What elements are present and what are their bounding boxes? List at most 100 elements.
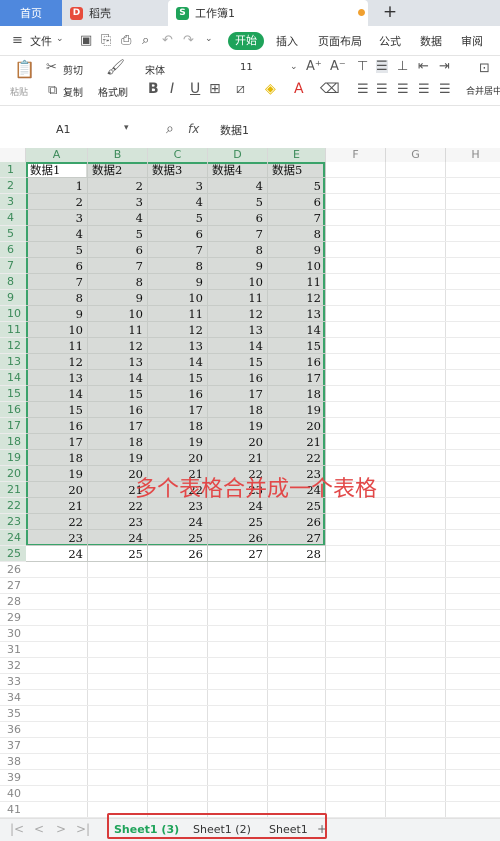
table-cell[interactable]: 25 [208,514,268,530]
row-header-7[interactable]: 7 [0,258,26,274]
column-header-a[interactable]: A [26,148,88,162]
table-cell[interactable]: 6 [88,242,148,258]
table-cell[interactable]: 8 [26,290,88,306]
table-cell[interactable]: 27 [268,530,326,546]
table-cell[interactable]: 7 [148,242,208,258]
zoom-icon[interactable]: ⌕ [166,122,174,136]
table-cell[interactable]: 9 [208,258,268,274]
table-cell[interactable]: 14 [26,386,88,402]
table-cell[interactable]: 11 [268,274,326,290]
font-size-select[interactable]: 11 [240,62,253,73]
table-cell[interactable]: 6 [208,210,268,226]
table-cell[interactable]: 9 [26,306,88,322]
table-cell[interactable]: 4 [88,210,148,226]
table-cell[interactable]: 数据5 [268,162,326,178]
table-cell[interactable]: 数据4 [208,162,268,178]
formula-input[interactable]: 数据1 [220,122,249,138]
row-header-20[interactable]: 20 [0,466,26,482]
table-cell[interactable]: 19 [268,402,326,418]
table-cell[interactable]: 3 [148,178,208,194]
row-header-23[interactable]: 23 [0,514,26,530]
copy-button[interactable]: 复制 [63,84,83,99]
table-cell[interactable]: 24 [148,514,208,530]
italic-icon[interactable]: I [170,82,174,96]
table-cell[interactable]: 27 [208,546,268,562]
table-cell[interactable]: 4 [208,178,268,194]
table-cell[interactable]: 15 [268,338,326,354]
scissors-icon[interactable]: ✂ [46,61,57,74]
row-header-4[interactable]: 4 [0,210,26,226]
font-size-chevron-icon[interactable]: ⌄ [290,63,298,72]
column-header-d[interactable]: D [208,148,268,162]
paste-button[interactable]: 粘贴 [10,85,28,98]
table-cell[interactable]: 14 [268,322,326,338]
table-cell[interactable]: 17 [148,402,208,418]
table-cell[interactable]: 19 [208,418,268,434]
table-cell[interactable]: 5 [148,210,208,226]
justify-icon[interactable]: ☰ [418,83,430,96]
table-cell[interactable]: 17 [88,418,148,434]
menu-formulas[interactable]: 公式 [379,33,401,49]
row-header-29[interactable]: 29 [0,610,26,626]
row-header-35[interactable]: 35 [0,706,26,722]
last-sheet-icon[interactable]: >| [76,822,90,836]
row-header-31[interactable]: 31 [0,642,26,658]
menu-start-button[interactable]: 开始 [228,32,264,50]
table-cell[interactable]: 1 [26,178,88,194]
table-cell[interactable]: 9 [148,274,208,290]
table-cell[interactable]: 17 [268,370,326,386]
table-cell[interactable]: 7 [268,210,326,226]
table-cell[interactable]: 15 [148,370,208,386]
format-painter-icon[interactable]: 🖌 [106,60,125,75]
table-cell[interactable]: 18 [208,402,268,418]
column-header-g[interactable]: G [386,148,446,162]
table-cell[interactable]: 13 [148,338,208,354]
table-cell[interactable]: 22 [268,450,326,466]
table-cell[interactable]: 11 [148,306,208,322]
table-cell[interactable]: 9 [88,290,148,306]
indent-increase-icon[interactable]: ⇥ [439,60,450,73]
row-header-5[interactable]: 5 [0,226,26,242]
table-cell[interactable]: 6 [26,258,88,274]
table-cell[interactable]: 15 [26,402,88,418]
select-all-corner[interactable] [0,148,26,162]
table-cell[interactable]: 23 [88,514,148,530]
row-header-40[interactable]: 40 [0,786,26,802]
row-header-18[interactable]: 18 [0,434,26,450]
bold-icon[interactable]: B [148,82,159,96]
prev-sheet-icon[interactable]: < [34,822,44,836]
table-cell[interactable]: 14 [148,354,208,370]
table-cell[interactable]: 2 [88,178,148,194]
font-shrink-icon[interactable]: A⁻ [330,60,346,73]
fill-color-icon[interactable]: ◈ [265,82,276,96]
menu-file[interactable]: 文件 [30,33,52,49]
row-header-39[interactable]: 39 [0,770,26,786]
row-header-17[interactable]: 17 [0,418,26,434]
row-header-12[interactable]: 12 [0,338,26,354]
table-cell[interactable]: 10 [268,258,326,274]
table-cell[interactable]: 8 [148,258,208,274]
table-cell[interactable]: 12 [148,322,208,338]
table-cell[interactable]: 18 [268,386,326,402]
table-cell[interactable]: 7 [88,258,148,274]
table-cell[interactable]: 3 [26,210,88,226]
row-header-30[interactable]: 30 [0,626,26,642]
table-cell[interactable]: 10 [208,274,268,290]
table-cell[interactable]: 8 [208,242,268,258]
row-header-26[interactable]: 26 [0,562,26,578]
table-cell[interactable]: 19 [88,450,148,466]
merge-center-button[interactable]: 合并居中 [466,84,500,97]
row-header-6[interactable]: 6 [0,242,26,258]
undo-icon[interactable]: ↶ [162,34,173,47]
table-cell[interactable]: 13 [268,306,326,322]
borders-icon[interactable]: ⊞ [209,82,221,96]
table-cell[interactable]: 20 [208,434,268,450]
table-cell[interactable]: 数据3 [148,162,208,178]
table-cell[interactable]: 21 [208,450,268,466]
table-cell[interactable]: 19 [148,434,208,450]
table-cell[interactable]: 24 [88,530,148,546]
print-preview-icon[interactable]: ⌕ [142,34,149,47]
table-cell[interactable]: 21 [26,498,88,514]
underline-icon[interactable]: U [190,82,200,96]
table-cell[interactable]: 19 [26,466,88,482]
